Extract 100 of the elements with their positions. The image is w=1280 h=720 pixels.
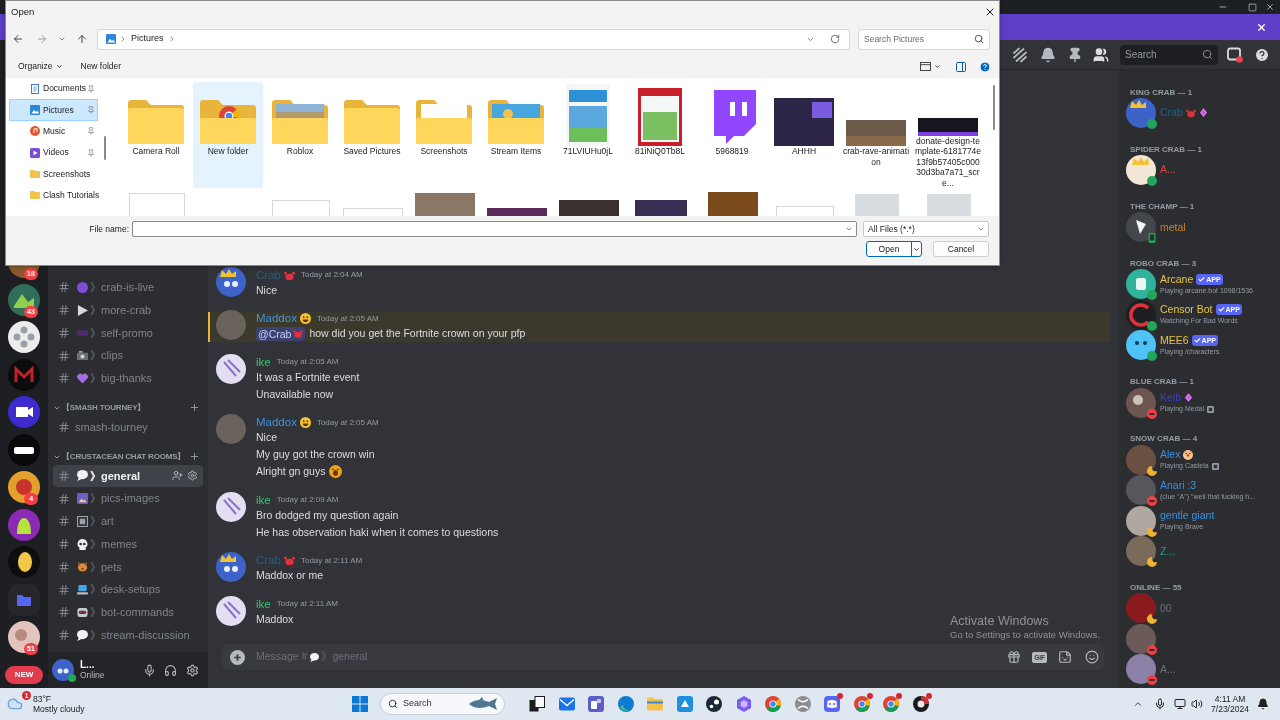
member-name[interactable]: Censor Bot [1160, 303, 1213, 317]
headphones-icon[interactable] [164, 663, 177, 677]
help-icon[interactable] [1254, 46, 1270, 63]
file-item[interactable]: New folder [193, 82, 263, 188]
avatar[interactable] [1126, 330, 1156, 361]
member-name[interactable]: metal [1160, 220, 1186, 234]
server-icon[interactable] [8, 283, 40, 316]
channel-item[interactable]: 》memes [53, 532, 203, 556]
search-field[interactable]: Search [1120, 44, 1218, 65]
folder-icon[interactable] [647, 696, 663, 712]
file-item[interactable]: AHHH [769, 82, 839, 188]
dropdown-icon[interactable] [845, 225, 853, 233]
member-name[interactable]: MEE6 [1160, 333, 1189, 347]
chevron-up-icon[interactable] [1133, 699, 1143, 709]
close-icon[interactable] [984, 6, 996, 18]
server-icon[interactable] [8, 433, 40, 466]
emoji-icon[interactable] [1085, 650, 1099, 664]
folder-icon[interactable] [8, 583, 40, 616]
username[interactable]: ike [256, 493, 271, 507]
organize-menu[interactable]: Organize [18, 60, 63, 73]
swirl-icon[interactable] [617, 696, 634, 712]
avatar[interactable] [1126, 97, 1156, 128]
file-item[interactable]: Screenshots [409, 82, 479, 188]
server-icon[interactable] [8, 508, 40, 541]
category-label[interactable]: 【SMASH TOURNEY】 [62, 401, 146, 414]
notifications-icon[interactable] [1257, 698, 1269, 710]
file-item[interactable]: crab-rave-animation [841, 82, 911, 188]
channel-item[interactable]: 》bot-commands [53, 601, 203, 624]
toolbar-button[interactable]: New folder [80, 60, 122, 73]
view-icon[interactable] [920, 62, 931, 71]
username[interactable]: ike [256, 597, 271, 611]
bell-icon[interactable] [1040, 46, 1056, 63]
microphone-icon[interactable] [143, 663, 156, 677]
sphere-icon[interactable] [794, 696, 811, 712]
add-icon[interactable] [189, 451, 200, 462]
member-name[interactable]: Arcane [1160, 272, 1194, 286]
file-item[interactable]: Stream Items [481, 82, 551, 188]
microphone-icon[interactable] [1154, 698, 1166, 710]
channel-item[interactable]: 》self-promo [53, 321, 203, 345]
username[interactable]: Maddox [256, 416, 297, 429]
file-item[interactable]: donate-design-template-6181774e13f9b57405c00030d3ba7a71_scre... [913, 82, 983, 188]
envelope-icon[interactable] [558, 696, 575, 712]
close-icon[interactable] [1265, 2, 1275, 12]
nav-item[interactable]: Screenshots [9, 163, 98, 185]
ring-icon[interactable] [912, 696, 929, 712]
member-name[interactable]: Anari :3 [1160, 478, 1197, 492]
tile-icon[interactable] [588, 696, 604, 712]
channel-item[interactable]: 》big-thanks [53, 367, 203, 390]
avatar[interactable] [1126, 536, 1156, 567]
channel-item[interactable]: 》desk-setups [53, 578, 203, 601]
server-icon[interactable] [8, 321, 40, 353]
add-icon[interactable] [229, 649, 245, 665]
avatar[interactable] [1126, 505, 1156, 536]
server-icon[interactable] [8, 546, 40, 578]
tile-icon[interactable] [676, 696, 693, 712]
avatar[interactable] [1126, 269, 1156, 300]
nav-item[interactable]: Documents [9, 78, 98, 100]
channel-item[interactable]: 》art [53, 510, 203, 533]
settings-icon[interactable] [186, 663, 199, 677]
window-squares-icon[interactable] [529, 696, 545, 712]
avatar[interactable] [1126, 212, 1156, 243]
channel-item[interactable]: 》stream-discussion [53, 623, 203, 647]
search-field[interactable]: Search Pictures [858, 28, 990, 50]
nav-item[interactable]: Music [9, 120, 98, 142]
avatar[interactable] [1126, 444, 1156, 475]
member-name[interactable]: Z... [1160, 544, 1176, 558]
username[interactable]: Maddox [256, 312, 297, 325]
file-item[interactable]: Camera Roll [121, 82, 191, 188]
category-label[interactable]: 【CRUSTACEAN CHAT ROOMS】 [62, 450, 186, 463]
avatar[interactable] [1126, 387, 1156, 418]
start-icon[interactable] [352, 696, 368, 712]
avatar[interactable] [216, 353, 246, 384]
nav-item[interactable]: Pictures [9, 99, 98, 121]
display-icon[interactable] [1174, 698, 1186, 710]
channel-item[interactable]: 》more-crab [53, 298, 203, 322]
mention-link[interactable]: @Crab [256, 326, 306, 341]
avatar[interactable] [216, 595, 246, 626]
gift-icon[interactable] [1007, 650, 1022, 664]
preview-pane-icon[interactable] [955, 60, 967, 73]
path-segment[interactable]: Pictures [131, 32, 164, 46]
dialog-button[interactable]: Cancel [933, 241, 989, 257]
channel-item[interactable]: 》pets [53, 555, 203, 579]
avatar[interactable] [216, 552, 246, 582]
member-name[interactable]: Alex [1160, 448, 1181, 462]
server-icon[interactable] [8, 396, 40, 428]
chat-app-icon[interactable] [824, 696, 840, 712]
file-item[interactable]: Roblox [265, 82, 335, 188]
channel-item[interactable]: 》general [53, 464, 203, 488]
channel-item[interactable]: 》crab-is-live [53, 276, 203, 299]
scrollbar[interactable] [993, 85, 995, 130]
avatar[interactable] [1126, 154, 1156, 185]
file-type-dropdown[interactable]: All Files (*.*) [863, 221, 989, 237]
member-name[interactable]: gentle giant [1160, 509, 1215, 523]
clock[interactable]: 4:11 AM 7/23/2024 [1210, 694, 1250, 714]
channel-item[interactable]: 》clips [53, 344, 203, 367]
address-bar[interactable]: Pictures [97, 28, 850, 50]
sticker-icon[interactable] [1058, 650, 1072, 664]
file-name-field[interactable] [132, 221, 857, 237]
avatar[interactable] [52, 659, 74, 681]
hexagon-icon[interactable] [735, 696, 752, 712]
